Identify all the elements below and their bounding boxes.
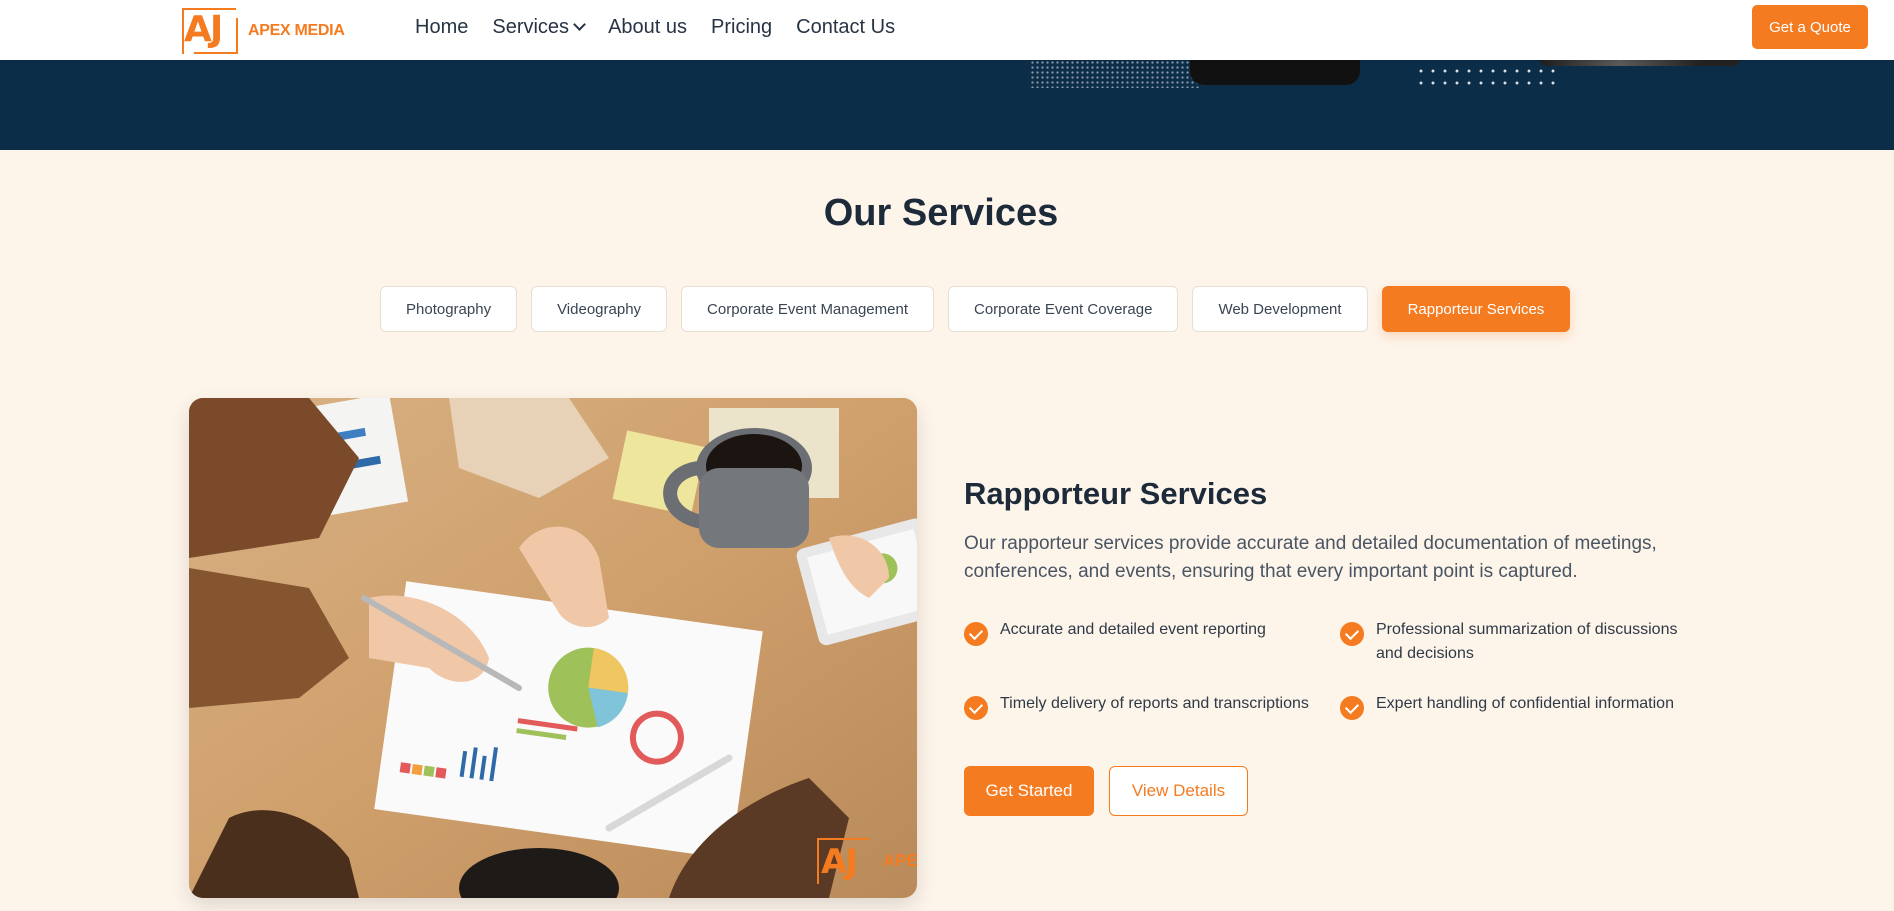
feature-text: Professional summarization of discussion… (1376, 621, 1678, 662)
tab-photography[interactable]: Photography (380, 286, 518, 332)
dot-pattern (1030, 60, 1200, 88)
hero-image-fragment (1190, 60, 1360, 85)
nav-services-label: Services (492, 16, 570, 38)
nav-about[interactable]: About us (608, 16, 687, 39)
get-started-button[interactable]: Get Started (964, 766, 1094, 816)
hero-banner (0, 60, 1894, 150)
tab-web-development[interactable]: Web Development (1192, 286, 1368, 332)
watermark-logo: AJ APEX (817, 838, 917, 884)
tab-corporate-event-management[interactable]: Corporate Event Management (681, 286, 934, 332)
feature-text: Accurate and detailed event reporting (1000, 621, 1266, 638)
logo-text: APEX MEDIA (248, 22, 345, 39)
check-circle-icon (1340, 696, 1364, 720)
check-circle-icon (964, 622, 988, 646)
feature-list: Accurate and detailed event reporting Pr… (964, 618, 1704, 720)
hero-image-fragment (1540, 60, 1740, 66)
tab-corporate-event-coverage[interactable]: Corporate Event Coverage (948, 286, 1179, 332)
logo[interactable]: AJ APEX MEDIA (182, 8, 345, 54)
service-title: Rapporteur Services (964, 476, 1268, 511)
site-header: AJ APEX MEDIA Home Services About us Pri… (0, 0, 1894, 60)
dot-pattern (1415, 65, 1560, 90)
tab-rapporteur-services[interactable]: Rapporteur Services (1381, 286, 1571, 332)
meeting-photo-illustration (189, 398, 917, 898)
feature-item: Timely delivery of reports and transcrip… (964, 692, 1340, 720)
view-details-button[interactable]: View Details (1109, 766, 1248, 816)
nav-pricing[interactable]: Pricing (711, 16, 772, 39)
nav-home[interactable]: Home (415, 16, 468, 39)
feature-text: Timely delivery of reports and transcrip… (1000, 695, 1309, 712)
chevron-down-icon (573, 18, 586, 31)
check-circle-icon (1340, 622, 1364, 646)
main-nav: Home Services About us Pricing Contact U… (415, 0, 919, 55)
feature-item: Professional summarization of discussion… (1340, 618, 1690, 666)
service-tabs: Photography Videography Corporate Event … (380, 286, 1571, 332)
nav-contact[interactable]: Contact Us (796, 16, 895, 39)
feature-text: Expert handling of confidential informat… (1376, 695, 1674, 712)
check-circle-icon (964, 696, 988, 720)
service-image: AJ APEX (189, 398, 917, 898)
tab-videography[interactable]: Videography (531, 286, 668, 332)
section-title: Our Services (823, 192, 1059, 234)
feature-item: Accurate and detailed event reporting (964, 618, 1340, 666)
nav-services[interactable]: Services (492, 16, 586, 39)
logo-mark: AJ (182, 8, 238, 54)
feature-item: Expert handling of confidential informat… (1340, 692, 1690, 720)
service-description: Our rapporteur services provide accurate… (964, 533, 1657, 582)
get-quote-button[interactable]: Get a Quote (1752, 5, 1868, 49)
